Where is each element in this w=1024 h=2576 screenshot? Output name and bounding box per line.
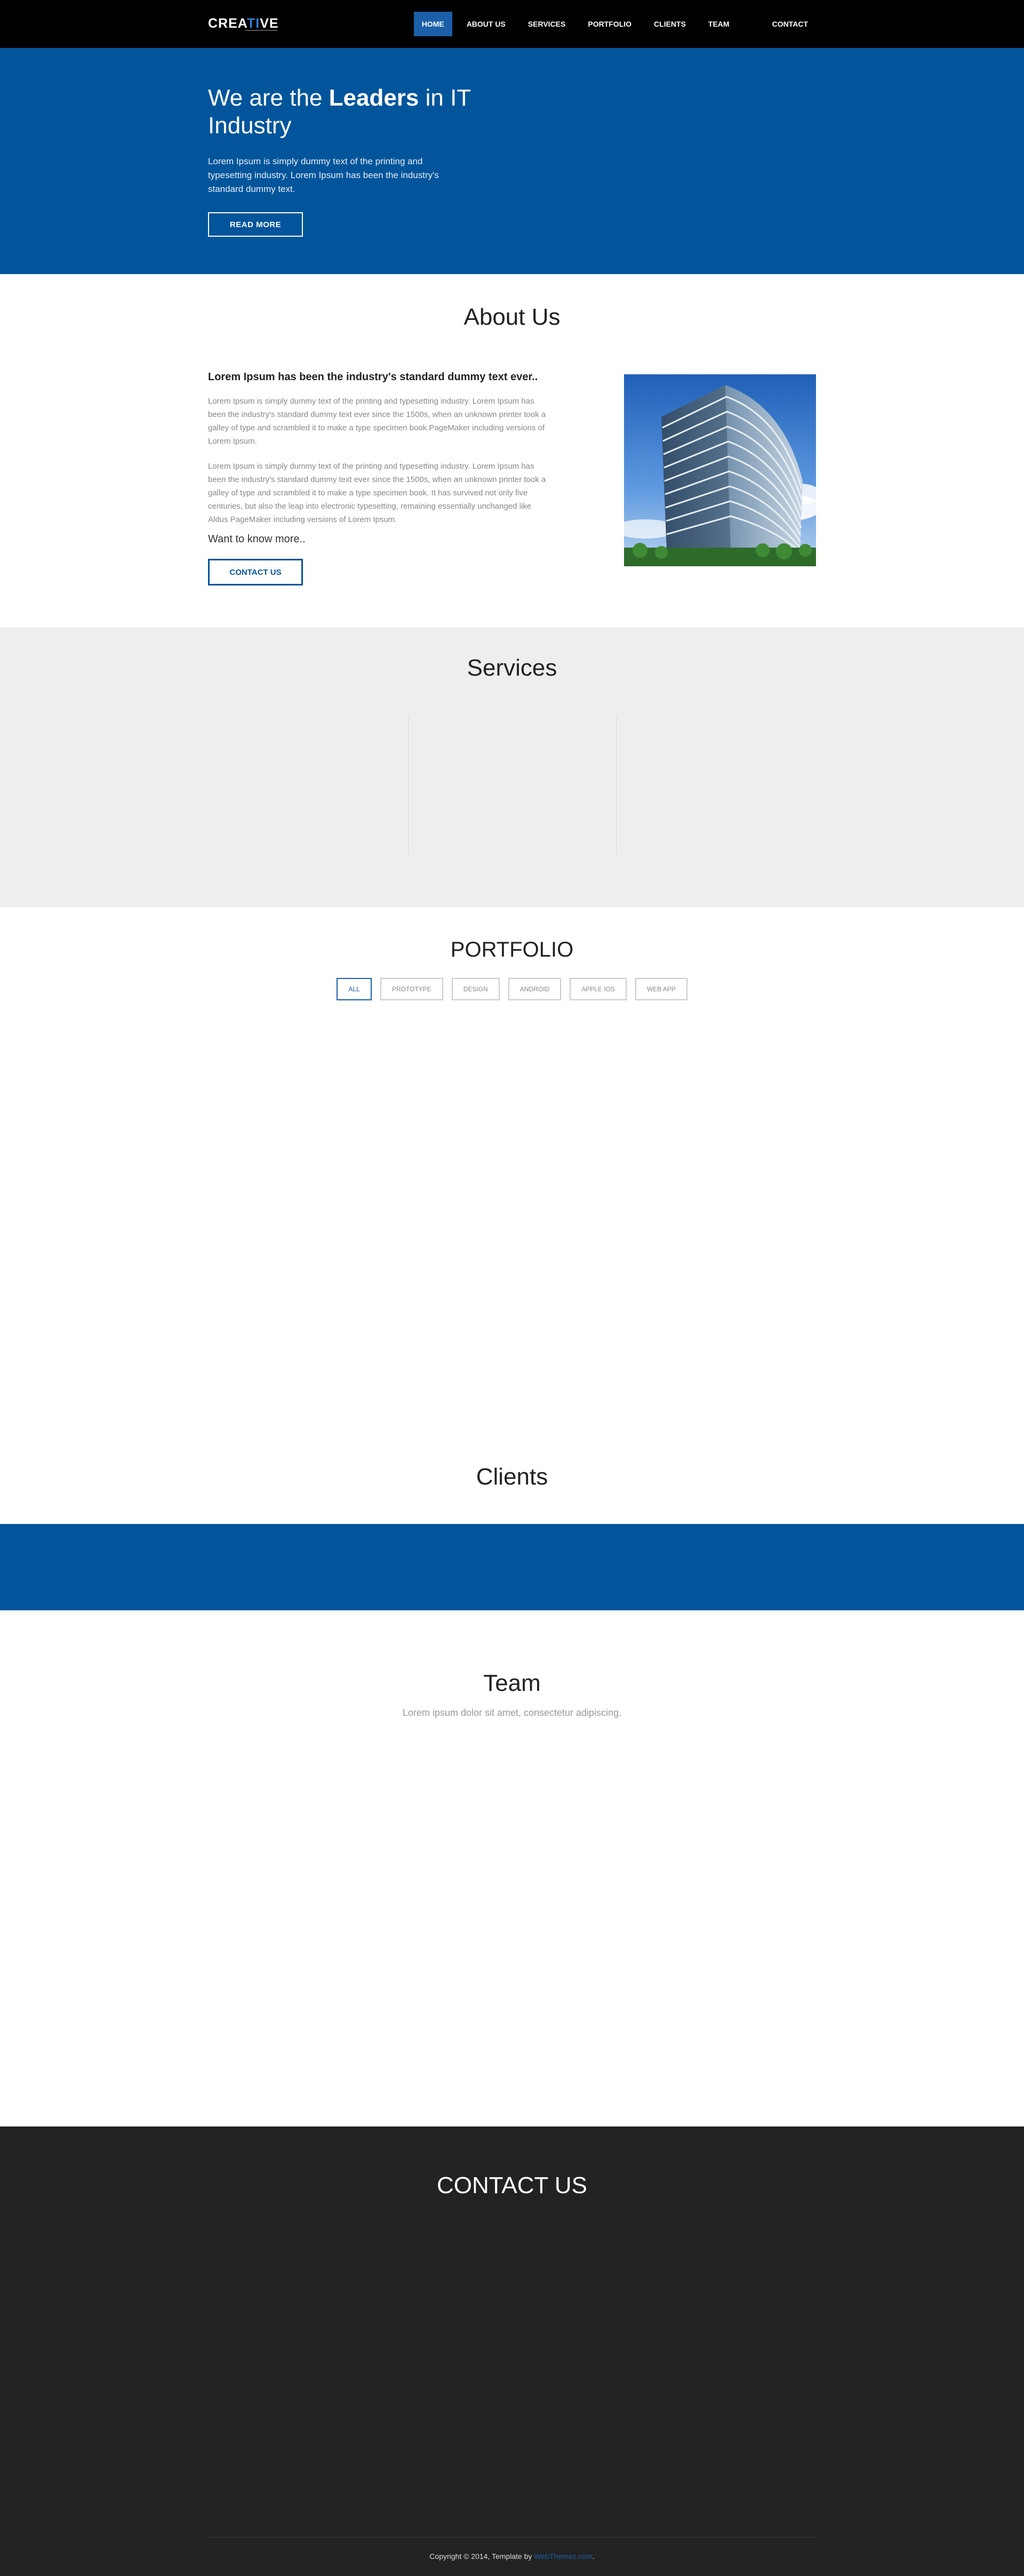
footer-divider — [208, 2537, 816, 2538]
filter-all[interactable]: ALL — [337, 978, 372, 1000]
hero-title: We are the Leaders in IT Industry — [208, 84, 485, 140]
services-title: Services — [467, 655, 557, 681]
hero-title-pre: We are the — [208, 85, 329, 111]
contact-us-button[interactable]: CONTACT US — [208, 559, 303, 585]
logo-text-a: CREA — [208, 16, 247, 31]
logo-text-highlight: TI — [246, 16, 260, 31]
about-section: About Us Lorem Ipsum has been the indust… — [0, 274, 1024, 627]
navbar: CREATIVE HOME ABOUT US SERVICES PORTFOLI… — [0, 0, 1024, 48]
team-title: Team — [483, 1670, 541, 1696]
contact-section: CONTACT US Copyright © 2014, Template by… — [0, 2126, 1024, 2576]
clients-title: Clients — [476, 1464, 548, 1490]
about-paragraph-1: Lorem Ipsum is simply dummy text of the … — [208, 397, 546, 446]
team-section: Team Lorem ipsum dolor sit amet, consect… — [0, 1610, 1024, 2126]
building-image — [624, 374, 816, 566]
hero-banner: We are the Leaders in IT Industry Lorem … — [0, 48, 1024, 274]
services-section: Services — [0, 627, 1024, 907]
nav-item-services[interactable]: SERVICES — [520, 12, 574, 36]
clients-band — [0, 1524, 1024, 1610]
main-nav: HOME ABOUT US SERVICES PORTFOLIO CLIENTS… — [407, 12, 816, 36]
copyright-period: . — [592, 2552, 595, 2561]
team-subtitle: Lorem ipsum dolor sit amet, consectetur … — [402, 1707, 622, 1718]
services-column-divider — [408, 716, 409, 855]
nav-item-portfolio[interactable]: PORTFOLIO — [580, 12, 639, 36]
filter-web-app[interactable]: WEB APP — [635, 978, 687, 1000]
logo-text-c: VE — [260, 16, 279, 31]
filter-apple-ios[interactable]: APPLE IOS — [570, 978, 627, 1000]
portfolio-title: PORTFOLIO — [450, 938, 574, 961]
template-author-link[interactable]: WebThemez.com — [534, 2552, 592, 2561]
nav-item-clients[interactable]: CLIENTS — [646, 12, 694, 36]
nav-item-team[interactable]: TEAM — [700, 12, 738, 36]
about-heading: Lorem Ipsum has been the industry's stan… — [208, 371, 538, 383]
nav-item-about-us[interactable]: ABOUT US — [459, 12, 514, 36]
nav-item-home[interactable]: HOME — [413, 12, 452, 36]
services-column-divider — [616, 716, 617, 855]
copyright: Copyright © 2014, Template by WebThemez.… — [0, 2552, 1024, 2561]
filter-prototype[interactable]: PROTOTYPE — [380, 978, 443, 1000]
read-more-button[interactable]: READ MORE — [208, 212, 303, 237]
portfolio-filters: ALL PROTOTYPE DESIGN ANDROID APPLE IOS W… — [0, 978, 1024, 1000]
want-to-know-more: Want to know more.. — [208, 533, 306, 545]
logo-underline — [245, 30, 277, 31]
hero-text: Lorem Ipsum is simply dummy text of the … — [208, 156, 439, 194]
portfolio-section: PORTFOLIO ALL PROTOTYPE DESIGN ANDROID A… — [0, 907, 1024, 1611]
nav-item-contact[interactable]: CONTACT — [764, 12, 816, 36]
copyright-text: Copyright © 2014, Template by — [429, 2552, 534, 2561]
about-paragraph-2: Lorem Ipsum is simply dummy text of the … — [208, 462, 546, 524]
hero-title-bold: Leaders — [329, 85, 419, 111]
filter-android[interactable]: ANDROID — [508, 978, 562, 1000]
about-title: About Us — [463, 304, 561, 330]
filter-design[interactable]: DESIGN — [451, 978, 500, 1000]
logo[interactable]: CREATIVE — [208, 16, 279, 31]
